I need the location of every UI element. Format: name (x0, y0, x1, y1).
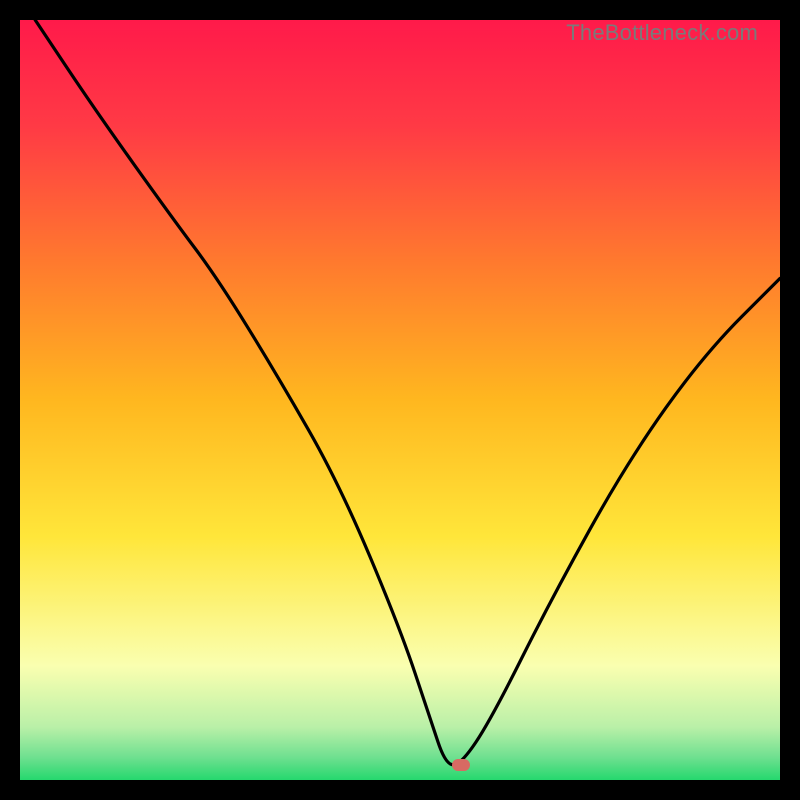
bottleneck-curve (20, 20, 780, 780)
optimal-point-marker (452, 759, 470, 771)
watermark-text: TheBottleneck.com (566, 20, 758, 46)
chart-frame: TheBottleneck.com (20, 20, 780, 780)
